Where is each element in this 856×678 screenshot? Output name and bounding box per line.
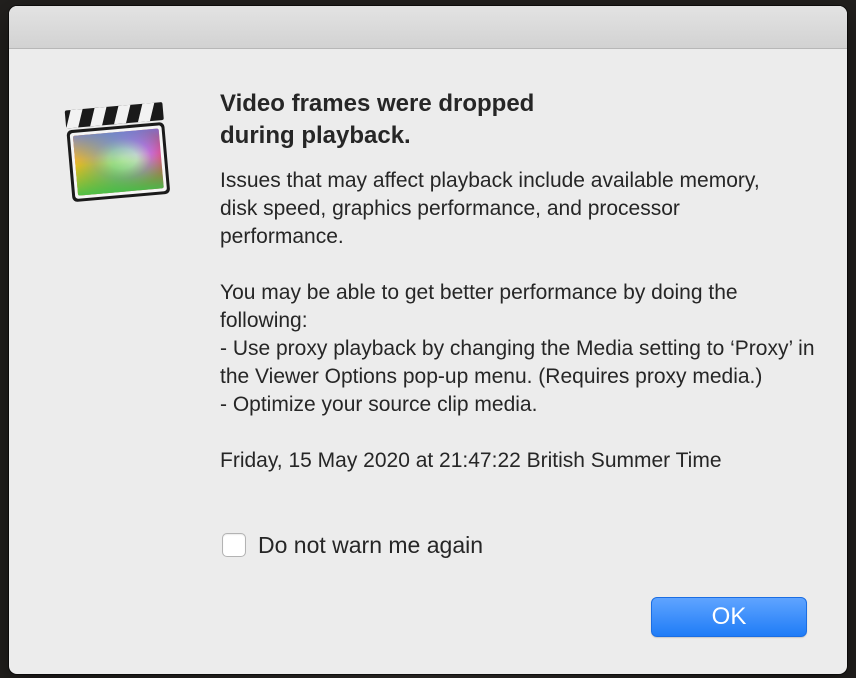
do-not-warn-checkbox-row[interactable]: Do not warn me again (222, 530, 483, 560)
do-not-warn-label[interactable]: Do not warn me again (258, 532, 483, 559)
tip-optimize-media: - Optimize your source clip media. (220, 393, 538, 416)
dialog-titlebar[interactable] (9, 6, 847, 49)
suggestion-intro: You may be able to get better performanc… (220, 281, 738, 332)
do-not-warn-checkbox[interactable] (222, 533, 246, 557)
timestamp: Friday, 15 May 2020 at 21:47:22 British … (220, 449, 722, 472)
headline-line-2: during playback. (220, 122, 411, 149)
dialog-content: Video frames were dropped during playbac… (220, 88, 820, 475)
issues-text: Issues that may affect playback include … (220, 169, 760, 248)
final-cut-pro-icon (59, 88, 179, 208)
headline-line-1: Video frames were dropped (220, 90, 535, 117)
ok-button[interactable]: OK (651, 597, 807, 637)
dialog-headline: Video frames were dropped during playbac… (220, 88, 600, 152)
tip-proxy-playback: - Use proxy playback by changing the Med… (220, 337, 815, 388)
alert-dialog: Video frames were dropped during playbac… (9, 6, 847, 674)
